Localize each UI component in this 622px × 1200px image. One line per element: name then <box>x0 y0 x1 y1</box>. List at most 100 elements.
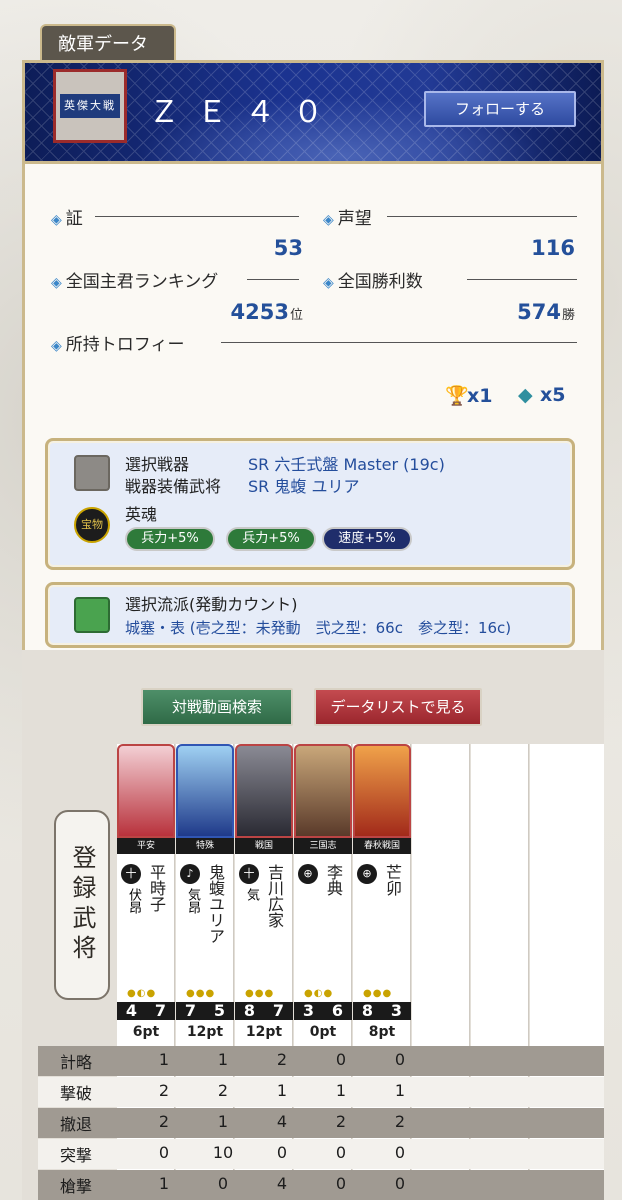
data-list-button[interactable]: データリストで見る <box>314 688 482 726</box>
divider <box>467 279 577 280</box>
school-label: 選択流派(発動カウント) <box>125 595 298 614</box>
general-era: 平安 <box>117 838 175 854</box>
cell: 4 <box>276 1112 288 1131</box>
table-row: 突撃 0 10 0 0 0 <box>38 1139 604 1169</box>
player-name: ＺＥ４０ <box>149 95 341 130</box>
divider <box>247 279 299 280</box>
general-points: 6pt <box>132 1024 160 1040</box>
trophy-cup: 🏆x1 <box>445 384 492 407</box>
trophy-gem: ◆ x5 <box>518 384 565 406</box>
enemy-data-panel: 敵軍データ 英傑大戦 ＺＥ４０ フォローする 証 53 声望 116 全国主君ラ… <box>22 18 604 1200</box>
video-search-button[interactable]: 対戦動画検索 <box>141 688 293 726</box>
trophy-cup-count: x1 <box>467 385 493 407</box>
soul-bonus-pill: 兵力+5% <box>125 527 215 551</box>
row-label: 槍撃 <box>60 1177 93 1196</box>
general-intellect: 5 <box>213 1001 226 1020</box>
weapon-value: SR 六壬式盤 Master (19c) <box>248 455 445 474</box>
cell: 2 <box>394 1112 406 1131</box>
cell: 0 <box>158 1143 170 1162</box>
row-label: 計略 <box>60 1053 93 1072</box>
cell: 1 <box>217 1050 229 1069</box>
weapon-card: 選択戦器 SR 六壬式盤 Master (19c) 戦器装備武将 SR 鬼蝮 ユ… <box>45 438 575 570</box>
divider <box>95 216 299 217</box>
general-power: 3 <box>302 1001 315 1020</box>
soul-label: 英魂 <box>125 505 158 524</box>
general-points: 8pt <box>368 1024 396 1040</box>
cell: 0 <box>394 1143 406 1162</box>
general-portrait <box>294 744 352 838</box>
player-banner: 英傑大戦 ＺＥ４０ フォローする <box>22 60 604 164</box>
row-label: 撃破 <box>60 1084 93 1103</box>
general-points: 0pt <box>309 1024 337 1040</box>
cell: 0 <box>335 1143 347 1162</box>
general-name: 吉川広家 <box>265 864 284 928</box>
general-stats: 47 <box>117 1002 175 1020</box>
school-value: 城塞・表 (壱之型：未発動 弐之型：66c 参之型：16c) <box>125 619 512 637</box>
general-points: 12pt <box>186 1024 224 1040</box>
general-intellect: 6 <box>331 1001 344 1020</box>
cell: 2 <box>335 1112 347 1131</box>
table-row: 計略 1 1 2 0 0 <box>38 1046 604 1076</box>
rank-value: 4253位 <box>185 300 303 324</box>
divider <box>221 342 577 343</box>
general-rank-dots: ●◐● <box>304 988 334 999</box>
divider <box>387 216 577 217</box>
general-type-icon: ⊕ <box>298 864 318 884</box>
cell: 1 <box>158 1050 170 1069</box>
general-era: 三国志 <box>294 838 352 854</box>
equip-label: 戦器装備武将 <box>125 477 222 496</box>
school-card: 選択流派(発動カウント) 城塞・表 (壱之型：未発動 弐之型：66c 参之型：1… <box>45 582 575 648</box>
cell: 4 <box>276 1174 288 1193</box>
table-row: 槍撃 1 0 4 0 0 <box>38 1170 604 1200</box>
soul-bonus-pill: 速度+5% <box>322 527 412 551</box>
equip-value: SR 鬼蝮 ユリア <box>248 477 360 496</box>
general-stats: 75 <box>176 1002 234 1020</box>
cell: 1 <box>217 1112 229 1131</box>
general-rank-dots: ●●● <box>363 988 393 999</box>
cell: 0 <box>394 1174 406 1193</box>
weapon-icon <box>74 455 110 491</box>
cell: 1 <box>276 1081 288 1100</box>
cell: 1 <box>394 1081 406 1100</box>
cell: 0 <box>276 1143 288 1162</box>
general-trait: 伏昂 <box>126 888 141 914</box>
treasure-icon: 宝物 <box>74 507 110 543</box>
rank-label: 全国主君ランキング <box>51 267 219 292</box>
general-intellect: 7 <box>154 1001 167 1020</box>
general-intellect: 3 <box>390 1001 403 1020</box>
general-portrait <box>117 744 175 838</box>
general-power: 4 <box>125 1001 138 1020</box>
stats-panel: 証 53 声望 116 全国主君ランキング 4253位 全国勝利数 574勝 所… <box>22 164 604 650</box>
general-stats: 87 <box>235 1002 293 1020</box>
general-intellect: 7 <box>272 1001 285 1020</box>
general-name: 平時子 <box>147 864 166 912</box>
general-portrait <box>235 744 293 838</box>
avatar-emblem: 英傑大戦 <box>60 94 120 118</box>
fame-value: 116 <box>531 236 575 260</box>
general-portrait <box>176 744 234 838</box>
cell: 2 <box>158 1081 170 1100</box>
wins-label: 全国勝利数 <box>323 267 423 292</box>
soul-bonus-pill: 兵力+5% <box>226 527 316 551</box>
general-type-icon: ♪ <box>180 864 200 884</box>
general-name: 芒卯 <box>383 864 402 896</box>
general-trait: 気昂 <box>185 888 200 914</box>
general-name: 李典 <box>324 864 343 896</box>
general-rank-dots: ●●● <box>186 988 216 999</box>
follow-button[interactable]: フォローする <box>424 91 576 127</box>
general-rank-dots: ●◐● <box>127 988 157 999</box>
cell: 0 <box>335 1050 347 1069</box>
table-row: 撤退 2 1 4 2 2 <box>38 1108 604 1138</box>
cell: 0 <box>394 1050 406 1069</box>
row-label: 突撃 <box>60 1146 93 1165</box>
general-rank-dots: ●●● <box>245 988 275 999</box>
cell: 2 <box>276 1050 288 1069</box>
avatar[interactable]: 英傑大戦 <box>53 69 127 143</box>
castle-school-icon <box>74 597 110 633</box>
general-era: 戦国 <box>235 838 293 854</box>
fame-label: 声望 <box>323 204 372 229</box>
general-power: 8 <box>361 1001 374 1020</box>
cell: 1 <box>335 1081 347 1100</box>
rank-number: 4253 <box>230 300 289 324</box>
trophy-label: 所持トロフィー <box>51 330 185 355</box>
